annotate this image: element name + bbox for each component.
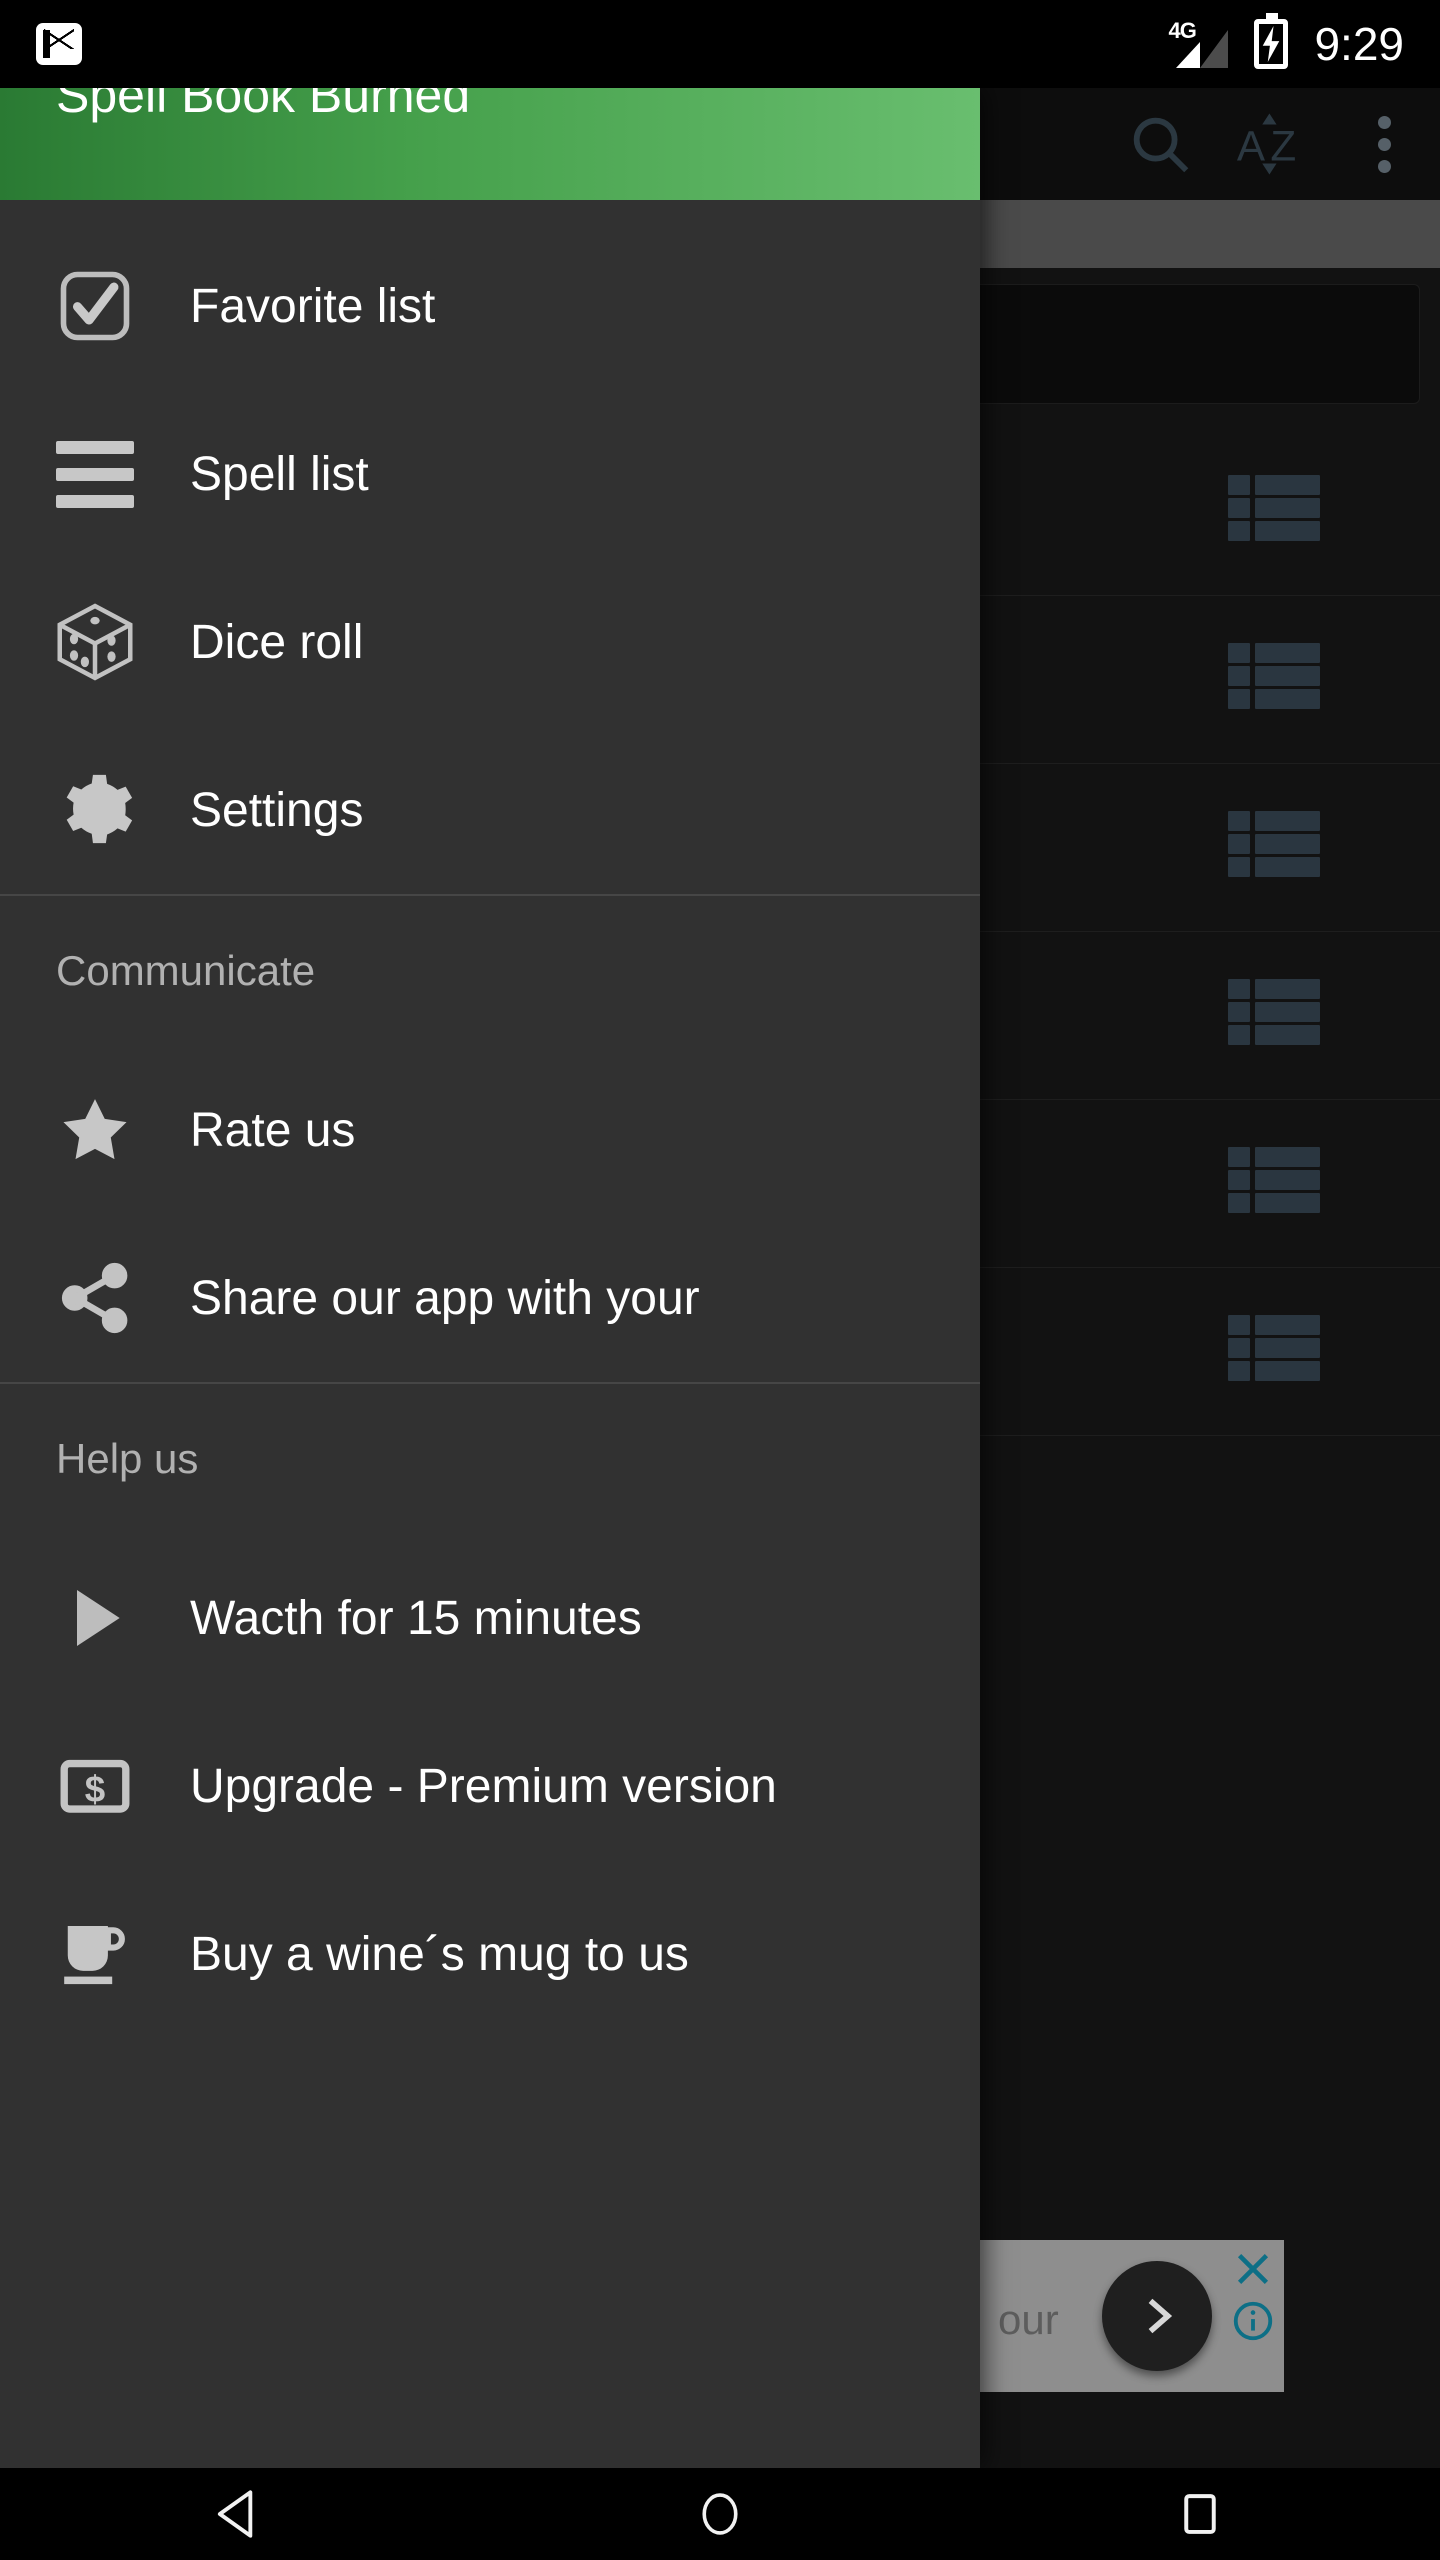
drawer-items: Favorite list Spell list Dice roll Setti… <box>0 200 980 2038</box>
drawer-item-label: Dice roll <box>190 615 364 669</box>
mug-icon <box>0 1911 190 1997</box>
clock: 9:29 <box>1314 18 1404 70</box>
list-lines-icon <box>0 440 190 508</box>
drawer-section-label: Help us <box>56 1435 199 1482</box>
drawer-item-spell-list[interactable]: Spell list <box>0 390 980 558</box>
list-table-icon <box>1228 1146 1320 1221</box>
system-navigation-bar <box>0 2468 1440 2560</box>
drawer-item-label: Settings <box>190 783 364 837</box>
drawer-item-settings[interactable]: Settings <box>0 726 980 894</box>
drawer-item-upgrade-premium[interactable]: $ Upgrade - Premium version <box>0 1702 980 1870</box>
ad-cta-button[interactable] <box>1102 2261 1212 2371</box>
battery-charging-icon <box>1254 13 1289 69</box>
play-icon <box>0 1578 190 1658</box>
ad-banner[interactable]: our <box>980 2240 1284 2392</box>
drawer-item-favorite-list[interactable]: Favorite list <box>0 222 980 390</box>
home-icon[interactable] <box>620 2468 820 2560</box>
ad-text: our <box>998 2296 1059 2343</box>
list-table-icon <box>1228 1314 1320 1389</box>
navigation-drawer: Spell Book Burned Favorite list Spell li… <box>0 67 980 2468</box>
gear-icon <box>0 766 190 854</box>
recents-icon[interactable] <box>1100 2468 1300 2560</box>
chevron-right-icon <box>1148 2298 1173 2334</box>
search-icon[interactable] <box>1104 88 1216 200</box>
drawer-section-label: Communicate <box>56 947 316 994</box>
back-icon[interactable] <box>140 2468 340 2560</box>
share-icon <box>0 1256 190 1340</box>
drawer-header: Spell Book Burned <box>0 67 980 200</box>
status-bar: 4G 9:29 <box>0 0 1440 88</box>
gmail-icon <box>36 23 89 65</box>
status-bar-indicators: 4G 9:29 <box>1166 13 1440 70</box>
checkbox-checked-icon <box>0 264 190 348</box>
drawer-section-communicate: Communicate <box>0 896 980 1046</box>
star-icon <box>0 1087 190 1173</box>
svg-text:$: $ <box>85 1768 105 1809</box>
drawer-item-dice-roll[interactable]: Dice roll <box>0 558 980 726</box>
drawer-item-share-app[interactable]: Share our app with your <box>0 1214 980 1382</box>
dice-icon <box>0 597 190 687</box>
svg-text:A: A <box>1237 122 1266 169</box>
close-icon[interactable] <box>1230 2246 1276 2292</box>
drawer-section-help-us: Help us <box>0 1384 980 1534</box>
drawer-item-buy-mug[interactable]: Buy a wine´s mug to us <box>0 1870 980 2038</box>
drawer-item-label: Rate us <box>190 1103 356 1157</box>
list-table-icon <box>1228 810 1320 885</box>
list-table-icon <box>1228 474 1320 549</box>
info-icon[interactable] <box>1230 2298 1276 2344</box>
signal-icon: 4G <box>1166 18 1229 70</box>
money-icon: $ <box>0 1744 190 1828</box>
drawer-item-rate-us[interactable]: Rate us <box>0 1046 980 1214</box>
drawer-item-label: Share our app with your <box>190 1271 700 1325</box>
list-table-icon <box>1228 642 1320 717</box>
signal-bars-icon <box>1176 30 1229 68</box>
list-table-icon <box>1228 978 1320 1053</box>
drawer-item-watch-video[interactable]: Wacth for 15 minutes <box>0 1534 980 1702</box>
drawer-item-label: Wacth for 15 minutes <box>190 1591 642 1645</box>
phone-screen: A Z our Spell Book Burned Favorite list … <box>0 0 1440 2560</box>
drawer-item-label: Spell list <box>190 447 369 501</box>
overflow-menu-icon[interactable] <box>1328 88 1440 200</box>
drawer-item-label: Upgrade - Premium version <box>190 1759 777 1813</box>
drawer-item-label: Favorite list <box>190 279 436 333</box>
svg-text:Z: Z <box>1270 122 1296 169</box>
sort-az-icon[interactable]: A Z <box>1216 88 1328 200</box>
drawer-item-label: Buy a wine´s mug to us <box>190 1927 689 1981</box>
status-bar-notifications <box>0 23 89 65</box>
